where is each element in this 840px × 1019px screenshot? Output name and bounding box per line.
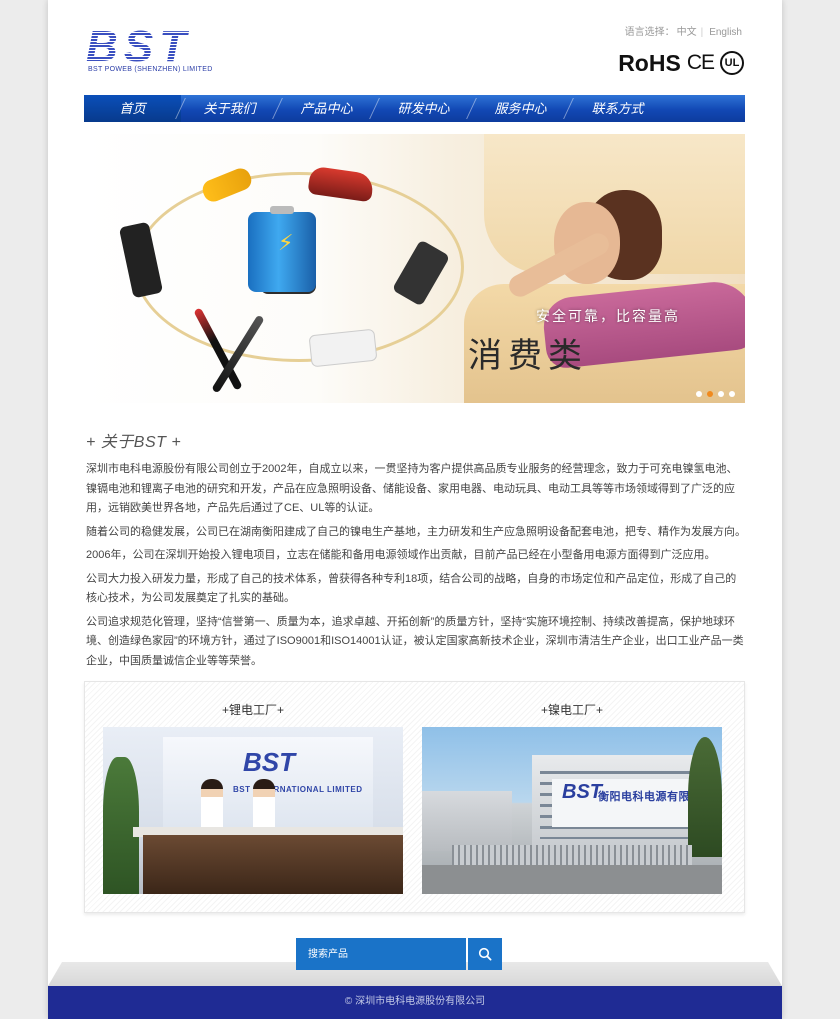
about-paragraph-1: 深圳市电科电源股份有限公司创立于2002年，自成立以来，一贯坚持为客户提供高品质… bbox=[86, 463, 738, 514]
factory-title-nickel: +镍电工厂+ bbox=[540, 703, 604, 717]
lightning-icon: ⚡ bbox=[278, 230, 294, 255]
rohs-mark: RoHS bbox=[618, 49, 681, 76]
nav-item-home[interactable]: 首页 bbox=[84, 95, 181, 122]
about-paragraph-3: 2006年，公司在深圳开始投入锂电项目，立志在储能和备用电源领域作出贡献，目前产… bbox=[86, 549, 716, 561]
factory-title-lithium: +锂电工厂+ bbox=[221, 703, 285, 717]
slider-dot-4[interactable] bbox=[729, 391, 735, 397]
nickel-factory-photo[interactable]: BST 衡阳电科电源有限公司 bbox=[422, 727, 722, 894]
main-navigation: 首页 关于我们 产品中心 研发中心 服务中心 联系方式 bbox=[84, 95, 745, 122]
nav-item-service[interactable]: 服务中心 bbox=[472, 95, 569, 122]
language-label: 语言选择： bbox=[624, 27, 675, 38]
nav-item-products[interactable]: 产品中心 bbox=[278, 95, 375, 122]
about-paragraph-5: 公司追求规范化管理，坚持“信誉第一、质量为本，追求卓越、开拓创新”的质量方针，坚… bbox=[86, 615, 744, 667]
about-body: 深圳市电科电源股份有限公司创立于2002年，自成立以来，一贯坚持为客户提供高品质… bbox=[86, 460, 746, 675]
factory-nickel[interactable]: +镍电工厂+ BST 衡阳电科电源有限公司 bbox=[422, 682, 722, 894]
photo-sign-brand: BST bbox=[562, 781, 602, 803]
nav-item-rnd[interactable]: 研发中心 bbox=[375, 95, 472, 122]
company-logo[interactable]: BST BST POWEB (SHENZHEN) LIMITED bbox=[86, 24, 216, 78]
slider-dots bbox=[696, 391, 735, 397]
ul-mark: UL bbox=[720, 51, 744, 75]
photo-staff-2 bbox=[253, 779, 275, 831]
language-selector: 语言选择： 中文 | English bbox=[623, 23, 742, 38]
logo-subtitle: BST POWEB (SHENZHEN) LIMITED bbox=[88, 66, 213, 73]
search-bar bbox=[296, 938, 502, 970]
photo-reception-desk bbox=[143, 835, 403, 894]
site-footer: © 深圳市电科电源股份有限公司 bbox=[48, 986, 782, 1019]
search-button[interactable] bbox=[468, 938, 502, 970]
hero-banner[interactable]: ⚡ 安全可靠，比容量高 消费类 bbox=[84, 134, 745, 403]
nav-item-contact[interactable]: 联系方式 bbox=[569, 95, 666, 122]
slider-dot-2[interactable] bbox=[707, 391, 713, 397]
photo-gate bbox=[452, 845, 692, 867]
slider-dot-3[interactable] bbox=[718, 391, 724, 397]
language-option-english[interactable]: English bbox=[709, 27, 742, 38]
photo-ground bbox=[422, 865, 722, 894]
photo-tree bbox=[688, 737, 722, 857]
slider-dot-1[interactable] bbox=[696, 391, 702, 397]
about-title: + 关于BST + bbox=[86, 434, 182, 451]
language-divider: | bbox=[700, 27, 704, 38]
logo-text: BST bbox=[86, 22, 192, 71]
page-container: BST BST POWEB (SHENZHEN) LIMITED 语言选择： 中文… bbox=[48, 0, 782, 1019]
lithium-factory-photo[interactable]: BST BST INTERNATIONAL LIMITED bbox=[103, 727, 403, 894]
about-paragraph-4: 公司大力投入研发力量，形成了自己的技术体系，曾获得各种专利18项，结合公司的战略… bbox=[86, 572, 737, 605]
power-bank-image bbox=[308, 328, 378, 368]
banner-title: 消费类 bbox=[468, 336, 588, 376]
factories-panel: +锂电工厂+ BST BST INTERNATIONAL LIMITED +镍电… bbox=[84, 681, 745, 913]
nav-item-about[interactable]: 关于我们 bbox=[181, 95, 278, 122]
search-input[interactable] bbox=[296, 938, 466, 970]
factory-lithium[interactable]: +锂电工厂+ BST BST INTERNATIONAL LIMITED bbox=[103, 682, 403, 894]
photo-staff-1 bbox=[201, 779, 223, 831]
search-icon bbox=[478, 947, 492, 961]
certification-logos: RoHS CE UL bbox=[618, 48, 744, 78]
about-paragraph-2: 随着公司的稳健发展，公司已在湖南衡阳建成了自己的镍电生产基地，主力研发和生产应急… bbox=[86, 525, 746, 538]
photo-plant bbox=[103, 757, 139, 894]
banner-slogan: 安全可靠，比容量高 bbox=[536, 309, 680, 325]
photo-brand-logo: BST bbox=[243, 747, 295, 777]
photo-side-building bbox=[422, 791, 512, 851]
language-option-chinese[interactable]: 中文 bbox=[677, 27, 697, 38]
ce-mark: CE bbox=[686, 51, 715, 74]
